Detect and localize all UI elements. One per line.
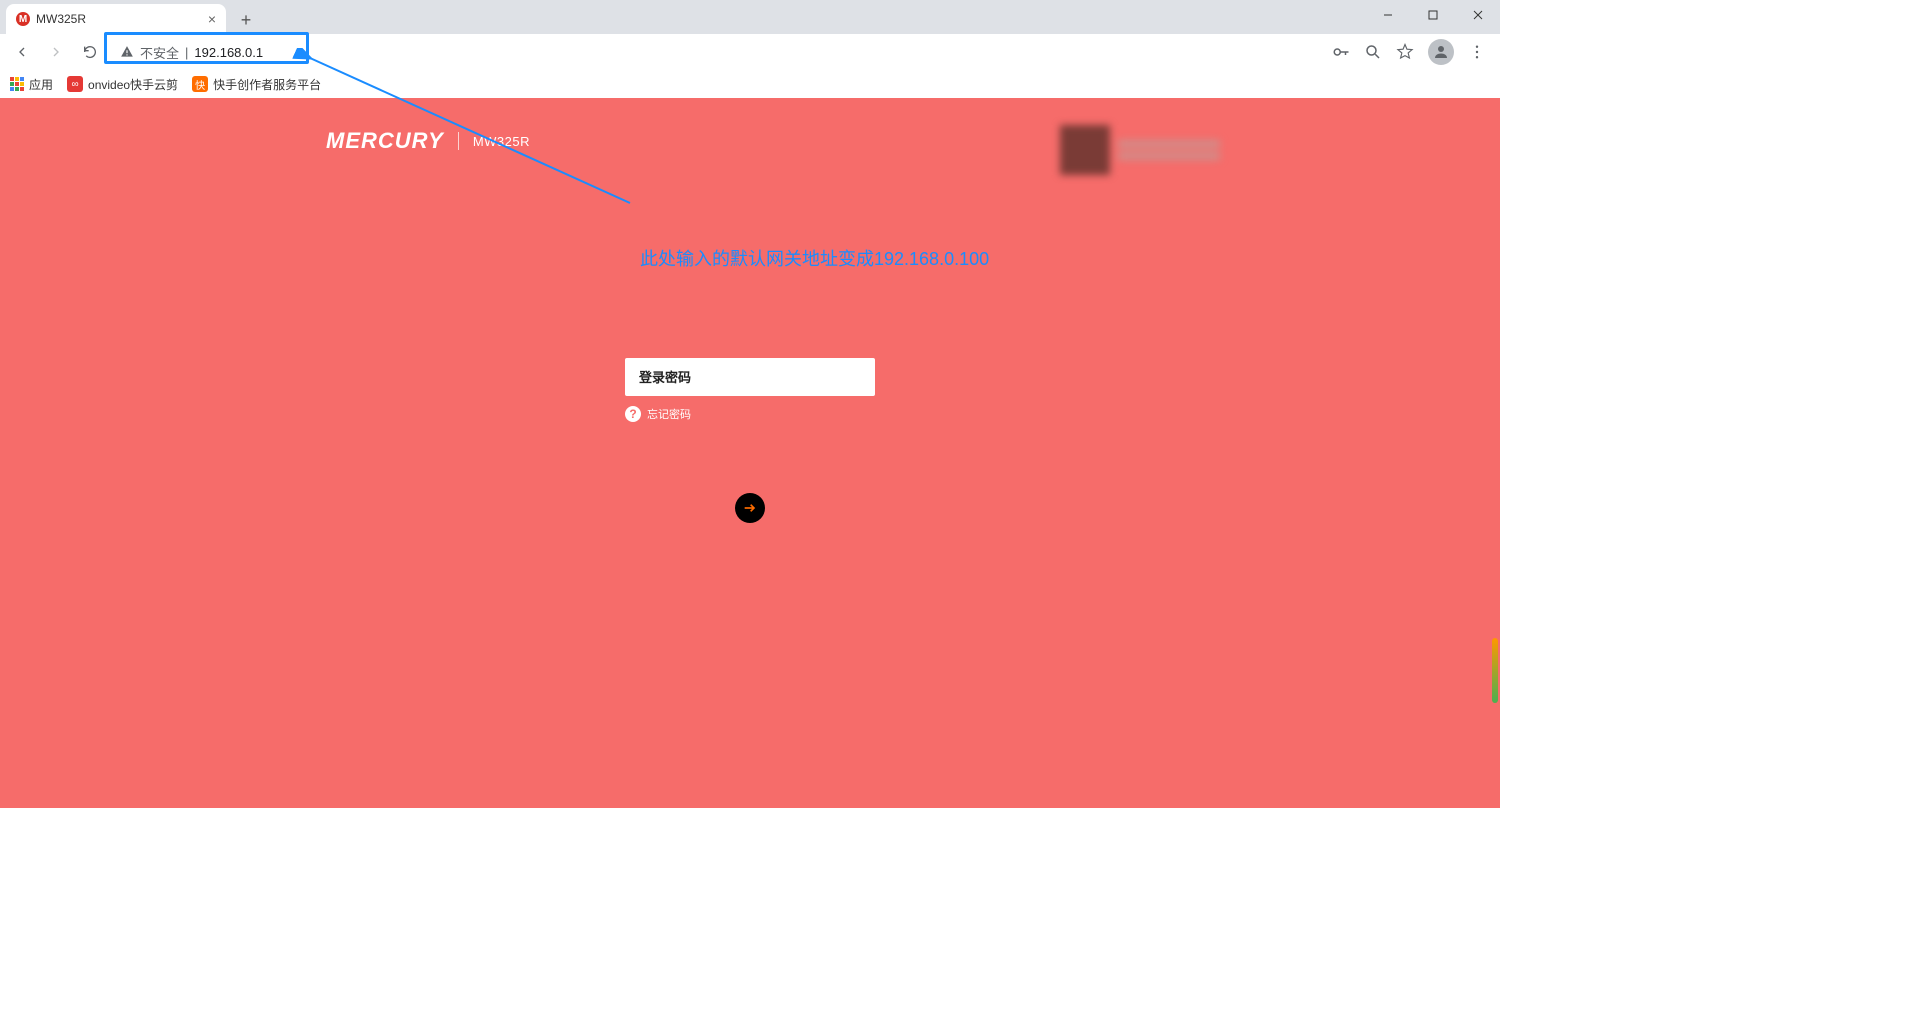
forward-button[interactable] xyxy=(42,38,70,66)
maximize-button[interactable] xyxy=(1410,0,1455,30)
apps-icon xyxy=(10,77,24,91)
browser-chrome: M MW325R × + xyxy=(0,0,1500,98)
password-input[interactable] xyxy=(625,358,875,396)
bookmark-icon: ∞ xyxy=(67,76,83,92)
brand-separator xyxy=(458,132,459,150)
bookmark-kuaishou[interactable]: 快 快手创作者服务平台 xyxy=(192,76,321,93)
profile-button[interactable] xyxy=(1428,39,1454,65)
url-text: 192.168.0.1 xyxy=(194,45,263,60)
scroll-indicator xyxy=(1492,638,1498,703)
login-box: ? 忘记密码 xyxy=(625,358,875,422)
zoom-icon[interactable] xyxy=(1364,43,1382,61)
tab-favicon: M xyxy=(16,12,30,26)
browser-tab[interactable]: M MW325R × xyxy=(6,4,226,34)
back-button[interactable] xyxy=(8,38,36,66)
brand-logo: MERCURY xyxy=(326,128,444,154)
bookmarks-bar: 应用 ∞ onvideo快手云剪 快 快手创作者服务平台 xyxy=(0,70,1500,98)
omnibox-separator: | xyxy=(185,45,188,60)
minimize-button[interactable] xyxy=(1365,0,1410,30)
forgot-text: 忘记密码 xyxy=(647,406,691,422)
new-tab-button[interactable]: + xyxy=(232,6,260,34)
address-bar[interactable]: 不安全 | 192.168.0.1 xyxy=(110,38,310,66)
router-login-page: MERCURY MW325R ? 忘记密码 xyxy=(0,98,1500,808)
bookmark-label: 快手创作者服务平台 xyxy=(213,76,321,93)
not-secure-icon xyxy=(120,45,134,59)
arrow-right-icon xyxy=(742,500,758,516)
window-controls xyxy=(1365,0,1500,30)
bookmark-onvideo[interactable]: ∞ onvideo快手云剪 xyxy=(67,76,178,93)
bookmark-icon: 快 xyxy=(192,76,208,92)
menu-button[interactable] xyxy=(1468,43,1486,61)
address-bar-row: 不安全 | 192.168.0.1 xyxy=(0,34,1500,70)
security-label: 不安全 xyxy=(140,43,179,62)
brand-header: MERCURY MW325R xyxy=(326,128,530,154)
toolbar-right xyxy=(1332,39,1492,65)
tab-title: MW325R xyxy=(36,12,86,26)
bookmark-star-icon[interactable] xyxy=(1396,43,1414,61)
bookmark-label: onvideo快手云剪 xyxy=(88,76,178,93)
help-icon: ? xyxy=(625,406,641,422)
submit-button[interactable] xyxy=(735,493,765,523)
reload-button[interactable] xyxy=(76,38,104,66)
user-info-blurred xyxy=(1060,120,1220,180)
close-window-button[interactable] xyxy=(1455,0,1500,30)
tab-strip: M MW325R × + xyxy=(0,0,1500,34)
apps-label: 应用 xyxy=(29,76,53,93)
apps-shortcut[interactable]: 应用 xyxy=(10,76,53,93)
forgot-password-link[interactable]: ? 忘记密码 xyxy=(625,406,875,422)
key-icon[interactable] xyxy=(1332,43,1350,61)
brand-model: MW325R xyxy=(473,134,530,149)
close-tab-icon[interactable]: × xyxy=(208,11,216,27)
